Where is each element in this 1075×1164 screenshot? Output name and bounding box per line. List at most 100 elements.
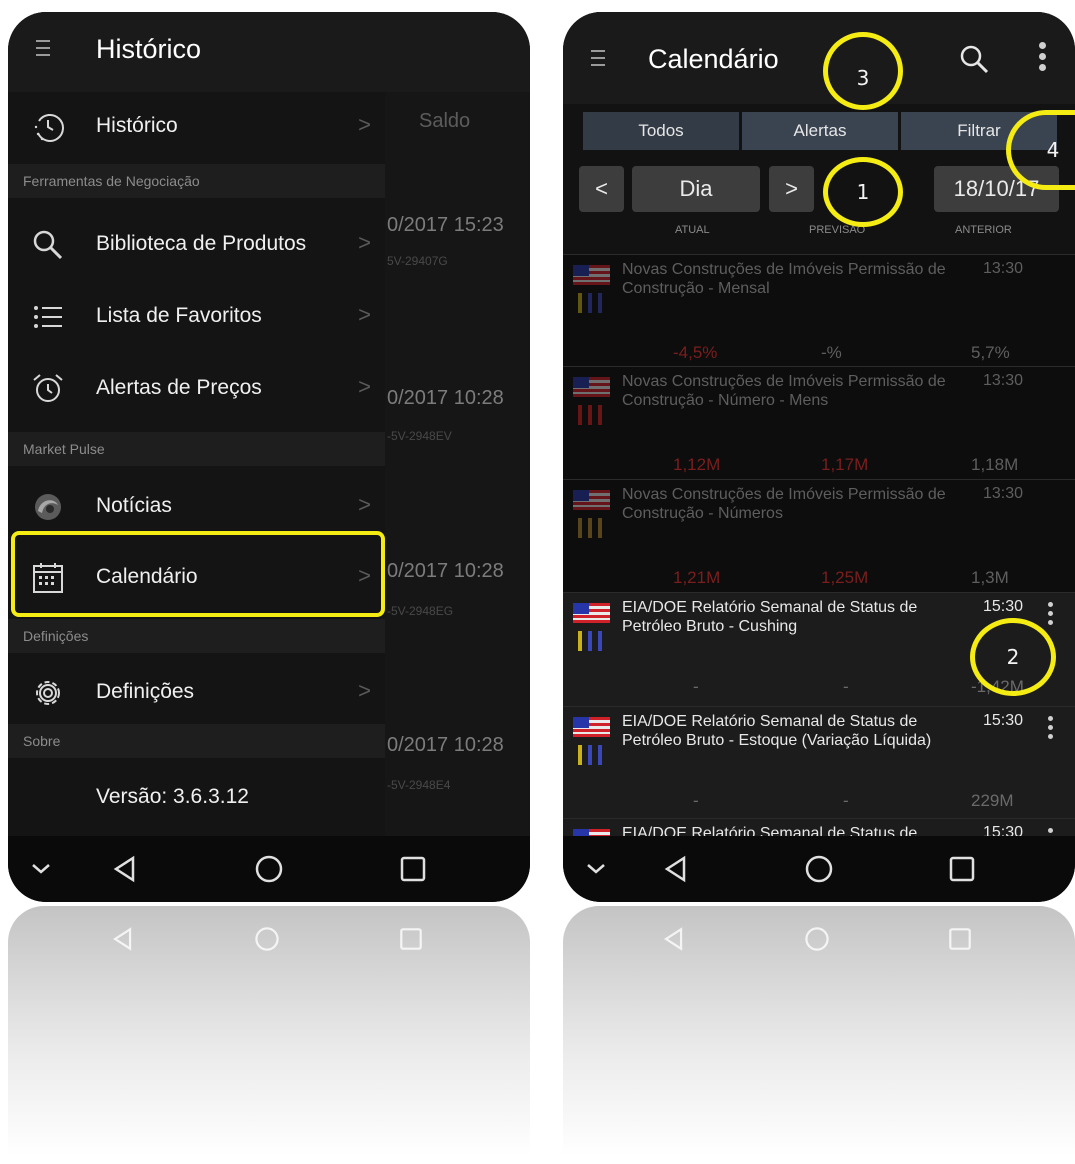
overflow-menu-icon[interactable]: [1039, 42, 1046, 75]
chevron-down-icon[interactable]: [579, 852, 613, 886]
search-icon[interactable]: [957, 42, 991, 76]
chevron-down-icon[interactable]: [24, 852, 58, 886]
recents-icon[interactable]: [396, 852, 430, 886]
filter-tabs: Todos Alertas Filtrar: [583, 112, 1058, 150]
menu-item-price-alerts[interactable]: Alertas de Preços >: [8, 354, 385, 424]
chevron-right-icon: >: [358, 374, 371, 399]
annotation-number: 1: [856, 180, 870, 204]
us-flag-icon: [573, 490, 610, 510]
menu-item-favorites-list[interactable]: Lista de Favoritos >: [8, 282, 385, 352]
calendar-event-row[interactable]: Novas Construções de Imóveis Permissão d…: [563, 479, 1075, 593]
importance-bars-icon: [578, 293, 602, 313]
event-forecast-value: -: [843, 791, 849, 810]
list-icon: [34, 306, 62, 328]
event-name: EIA/DOE Relatório Semanal de Status de P…: [622, 713, 932, 749]
us-flag-icon: [573, 603, 610, 623]
transaction-id: -5V-2948EV: [387, 429, 452, 443]
back-icon[interactable]: [108, 852, 142, 886]
hamburger-menu-icon[interactable]: [591, 50, 605, 70]
menu-item-label: Histórico: [96, 114, 178, 137]
annotation-number: 3: [856, 65, 870, 90]
event-forecast-value: -: [843, 677, 849, 696]
event-options-icon[interactable]: [1048, 716, 1054, 743]
hamburger-menu-icon[interactable]: [36, 40, 50, 60]
section-label: Sobre: [23, 733, 61, 749]
recents-icon: [400, 928, 422, 950]
importance-bars-icon: [578, 518, 602, 538]
column-header-actual: ATUAL: [675, 224, 710, 236]
event-previous-value: 5,7%: [971, 343, 1010, 362]
transaction-id: 5V-29407G: [387, 254, 448, 268]
news-icon: [35, 494, 61, 520]
menu-item-label: Alertas de Preços: [96, 376, 262, 399]
annotation-marker-2: 2: [970, 618, 1056, 696]
next-day-button[interactable]: >: [769, 166, 814, 212]
event-name: Novas Construções de Imóveis Permissão d…: [622, 373, 946, 409]
menu-item-label: Notícias: [96, 494, 172, 517]
transaction-id: -5V-2948E4: [387, 778, 451, 792]
calendar-event-row[interactable]: EIA/DOE Relatório Semanal de Status de P…: [563, 706, 1075, 819]
importance-bars-icon: [578, 631, 602, 651]
prev-day-button[interactable]: <: [579, 166, 624, 212]
section-header-about: Sobre: [8, 724, 385, 758]
back-icon: [113, 927, 132, 951]
calendar-event-row[interactable]: Novas Construções de Imóveis Permissão d…: [563, 254, 1075, 367]
home-icon: [255, 927, 279, 951]
app-bar: Calendário: [563, 12, 1075, 104]
event-time: 15:30: [983, 598, 1024, 615]
history-icon: [34, 114, 64, 142]
page-title: Calendário: [648, 44, 779, 74]
highlight-box-calendar: [11, 531, 385, 617]
event-actual-value: -: [693, 677, 699, 696]
menu-item-settings[interactable]: Definições >: [8, 658, 385, 728]
annotation-number: 2: [1006, 645, 1020, 669]
menu-item-label: Lista de Favoritos: [96, 304, 262, 327]
column-header-previous: ANTERIOR: [955, 224, 1012, 236]
annotation-marker-1: 1: [823, 157, 903, 227]
android-nav-bar: [8, 836, 530, 902]
event-name: Novas Construções de Imóveis Permissão d…: [622, 261, 946, 297]
home-icon[interactable]: [252, 852, 286, 886]
recents-icon[interactable]: [945, 852, 979, 886]
navigation-drawer: Histórico > Ferramentas de Negociação Bi…: [8, 92, 385, 836]
annotation-marker-3: 3: [823, 32, 903, 110]
android-nav-bar: [563, 836, 1075, 902]
event-time: 13:30: [983, 260, 1024, 277]
menu-item-label: Biblioteca de Produtos: [96, 232, 307, 255]
section-header-settings: Definições: [8, 619, 385, 653]
menu-item-historico[interactable]: Histórico >: [8, 92, 385, 162]
transaction-id: -5V-2948EG: [387, 604, 454, 618]
background-transactions-list: Saldo 0/2017 15:23 5V-29407G 0/2017 10:2…: [385, 92, 530, 836]
event-name: EIA/DOE Relatório Semanal de Status de P…: [622, 599, 918, 635]
event-time: 13:30: [983, 485, 1024, 502]
back-icon[interactable]: [659, 852, 693, 886]
right-phone-reflection: [563, 906, 1075, 1156]
us-flag-icon: [573, 717, 610, 737]
event-time: 15:30: [983, 712, 1024, 729]
left-phone-reflection: [8, 906, 530, 1156]
period-selector[interactable]: Dia: [632, 166, 760, 212]
chevron-right-icon: >: [358, 230, 371, 255]
event-previous-value: 229M: [971, 791, 1014, 810]
menu-item-product-library[interactable]: Biblioteca de Produtos >: [8, 210, 385, 280]
transaction-datetime: 0/2017 10:28: [387, 734, 504, 756]
tab-alerts[interactable]: Alertas: [742, 112, 898, 150]
calendar-event-row[interactable]: Novas Construções de Imóveis Permissão d…: [563, 366, 1075, 480]
section-header-trading-tools: Ferramentas de Negociação: [8, 164, 385, 198]
event-actual-value: 1,21M: [673, 568, 721, 587]
event-time: 13:30: [983, 372, 1024, 389]
transaction-datetime: 0/2017 10:28: [387, 387, 504, 409]
tab-all[interactable]: Todos: [583, 112, 739, 150]
menu-item-label: Definições: [96, 680, 195, 703]
home-icon[interactable]: [802, 852, 836, 886]
event-actual-value: -: [693, 791, 699, 810]
gear-icon: [36, 681, 60, 705]
chevron-right-icon: >: [358, 112, 371, 137]
app-version: Versão: 3.6.3.12: [96, 785, 249, 808]
event-options-icon[interactable]: [1048, 602, 1054, 629]
page-title: Histórico: [96, 34, 202, 64]
back-icon: [664, 927, 683, 951]
recents-icon: [949, 928, 971, 950]
date-navigator: < Dia > 18/10/17: [579, 166, 1059, 214]
event-forecast-value: 1,25M: [821, 568, 869, 587]
